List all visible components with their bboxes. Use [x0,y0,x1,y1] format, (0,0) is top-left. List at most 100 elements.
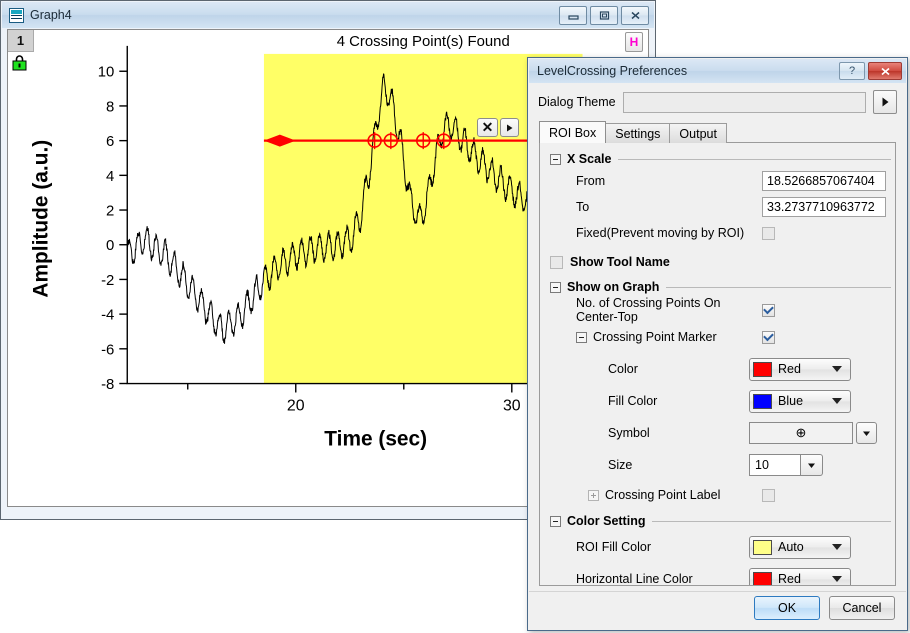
minimize-icon[interactable] [559,6,587,25]
marker-color-label: Color [608,362,749,376]
marker-symbol-label: Symbol [608,426,749,440]
horizontal-line-color-combo[interactable]: Red [749,568,851,587]
dialog-tabs: ROI Box Settings Output [539,121,726,143]
dialog-window-buttons: ? [839,62,902,80]
y-tick-label: 6 [106,133,114,150]
collapse-icon[interactable] [576,332,587,343]
roi-fill-color-label: ROI Fill Color [576,540,749,554]
marker-fill-color-row: Fill Color Blue [608,388,895,414]
help-icon[interactable]: ? [839,62,865,80]
x-scale-title: X Scale [567,152,611,166]
roi-box-tab-panel: X Scale From 18.5266857067404 To 33.2737… [539,142,896,586]
chevron-down-icon [832,398,842,404]
horizontal-line-color-row: Horizontal Line Color Red [576,566,895,586]
show-on-graph-group-header: Show on Graph [550,280,895,294]
crossing-point-label-row: Crossing Point Label [588,482,895,508]
color-swatch [753,540,772,555]
crossing-point-marker-checkbox[interactable] [762,331,775,344]
chevron-down-icon [832,576,842,582]
tab-settings[interactable]: Settings [605,123,670,143]
chevron-down-icon [832,544,842,550]
roi-fill-color-combo[interactable]: Auto [749,536,851,559]
y-tick-label: 4 [106,168,114,185]
x-scale-fixed-row: Fixed(Prevent moving by ROI) [576,220,895,246]
horizontal-line-color-value: Red [778,572,832,586]
roi-fill-color-value: Auto [778,540,832,554]
show-tool-name-row: Show Tool Name [550,249,895,275]
dialog-titlebar[interactable]: LevelCrossing Preferences ? [529,59,906,83]
marker-symbol-preview[interactable]: ⊕ [749,422,853,444]
y-tick-labels: -8-6-4-20246810 [98,64,115,393]
marker-fill-color-label: Fill Color [608,394,749,408]
marker-size-row: Size 10 [608,452,895,478]
chart-title: 4 Crossing Point(s) Found [337,33,510,50]
restore-icon[interactable] [590,6,618,25]
close-icon[interactable] [868,62,902,80]
y-tick-label: -4 [101,307,114,324]
dialog-theme-label: Dialog Theme [538,95,623,109]
y-tick-label: -6 [101,341,114,358]
from-label: From [576,174,762,188]
y-axis-label: Amplitude (a.u.) [30,140,53,298]
to-label: To [576,200,762,214]
roi-fill-color-row: ROI Fill Color Auto [576,534,895,560]
dialog-title: LevelCrossing Preferences [537,64,687,78]
group-divider [618,159,891,160]
graph-window-buttons [559,6,649,25]
graph-window-title: Graph4 [30,8,72,22]
tab-roi-box[interactable]: ROI Box [539,121,606,143]
x-tick-labels: 2030 [287,397,521,414]
collapse-icon[interactable] [550,282,561,293]
group-divider [666,287,891,288]
x-scale-from-row: From 18.5266857067404 [576,168,895,194]
group-divider [652,521,891,522]
y-tick-label: 10 [98,64,115,81]
show-on-graph-title: Show on Graph [567,280,659,294]
roi-play-button[interactable] [500,118,519,137]
dialog-theme-input[interactable] [623,92,866,113]
y-tick-label: 2 [106,202,114,219]
color-setting-title: Color Setting [567,514,645,528]
collapse-icon[interactable] [550,516,561,527]
crossing-point-label-label: Crossing Point Label [605,488,762,502]
roi-close-button[interactable]: ✕ [477,118,498,137]
marker-size-value[interactable]: 10 [749,454,801,476]
no-of-crossing-points-label: No. of Crossing Points On Center-Top [576,296,762,324]
tab-output[interactable]: Output [669,123,727,143]
x-scale-group-header: X Scale [550,152,895,166]
close-icon[interactable] [621,6,649,25]
no-of-crossing-points-row: No. of Crossing Points On Center-Top [576,296,895,324]
x-tick-label: 30 [503,397,521,414]
cancel-button[interactable]: Cancel [829,596,895,620]
y-tick-label: 0 [106,237,114,254]
marker-color-combo[interactable]: Red [749,358,851,381]
ok-button[interactable]: OK [754,596,820,620]
no-of-crossing-points-checkbox[interactable] [762,304,775,317]
fixed-checkbox[interactable] [762,227,775,240]
color-setting-group-header: Color Setting [550,514,895,528]
x-axis-label: Time (sec) [324,427,427,450]
marker-fill-color-value: Blue [778,394,832,408]
y-tick-label: -8 [101,376,114,393]
color-swatch [753,572,772,587]
marker-size-label: Size [608,458,749,472]
dialog-theme-arrow-icon[interactable] [873,90,897,114]
dialog-footer: OK Cancel [754,596,895,620]
to-input[interactable]: 33.2737710963772 [762,197,886,217]
collapse-icon[interactable] [550,154,561,165]
x-tick-label: 20 [287,397,305,414]
crossing-point-marker-row: Crossing Point Marker [576,324,895,350]
graph-window-titlebar[interactable]: Graph4 [2,2,654,28]
marker-symbol-dropdown-button[interactable] [856,422,877,444]
dialog-separator [529,591,906,592]
horizontal-line-color-label: Horizontal Line Color [576,572,749,586]
levelcrossing-preferences-dialog: LevelCrossing Preferences ? Dialog Theme… [527,57,908,631]
marker-fill-color-combo[interactable]: Blue [749,390,851,413]
from-input[interactable]: 18.5266857067404 [762,171,886,191]
crossing-point-label-checkbox[interactable] [762,489,775,502]
show-tool-name-checkbox[interactable] [550,256,563,269]
color-swatch [753,394,772,409]
expand-icon[interactable] [588,490,599,501]
marker-size-dropdown-button[interactable] [801,454,823,476]
marker-color-value: Red [778,362,832,376]
